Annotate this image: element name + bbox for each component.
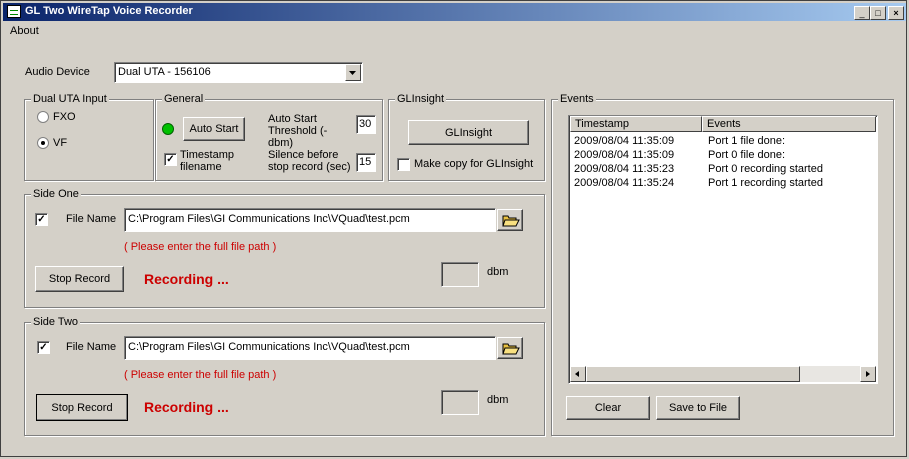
threshold-value: 30 [359, 118, 372, 130]
general-group: General Auto Start Auto Start Threshold … [155, 93, 383, 181]
event-row-timestamp[interactable]: 2009/08/04 11:35:23 [574, 163, 674, 177]
side-one-hint: ( Please enter the full file path ) [124, 241, 277, 253]
side-two-group: Side Two ✓ File Name C:\Program Files\GI… [24, 316, 545, 436]
scroll-right-button[interactable] [860, 366, 876, 382]
side-two-hint: ( Please enter the full file path ) [124, 369, 277, 381]
events-list[interactable]: Timestamp Events 2009/08/04 11:35:09 Por… [568, 115, 878, 384]
side-one-browse-button[interactable] [497, 209, 523, 231]
silence-label: Silence before stop record (sec) [268, 149, 351, 173]
chevron-down-icon [349, 71, 356, 75]
side-one-group: Side One ✓ File Name C:\Program Files\GI… [24, 188, 545, 308]
radio-vf[interactable] [37, 137, 49, 149]
make-copy-label: Make copy for GLInsight [414, 158, 534, 170]
audio-device-value: Dual UTA - 156106 [118, 66, 211, 78]
side-one-file-input[interactable]: C:\Program Files\GI Communications Inc\V… [124, 208, 496, 232]
general-title: General [162, 93, 206, 105]
arrow-left-icon [575, 371, 579, 377]
glinsight-group: GLInsight GLInsight Make copy for GLInsi… [388, 93, 545, 181]
side-one-title: Side One [31, 188, 81, 200]
side-two-dbm-field [441, 390, 479, 415]
column-header-events[interactable]: Events [702, 116, 876, 132]
minimize-button[interactable]: _ [854, 6, 870, 20]
side-two-browse-button[interactable] [497, 337, 523, 359]
save-to-file-button[interactable]: Save to File [656, 396, 740, 420]
side-two-file-label: File Name [66, 341, 117, 353]
column-header-timestamp[interactable]: Timestamp [570, 116, 702, 132]
make-copy-checkbox[interactable] [397, 158, 410, 171]
window-title: GL Two WireTap Voice Recorder [25, 5, 193, 17]
clear-button[interactable]: Clear [566, 396, 650, 420]
horizontal-scrollbar[interactable] [570, 366, 876, 382]
event-row-timestamp[interactable]: 2009/08/04 11:35:09 [574, 135, 674, 149]
scroll-left-button[interactable] [570, 366, 586, 382]
side-two-file-checkbox[interactable]: ✓ [37, 341, 50, 354]
radio-fxo-label: FXO [53, 111, 76, 123]
event-row-text[interactable]: Port 1 file done: [708, 135, 785, 149]
title-bar[interactable]: GL Two WireTap Voice Recorder _ □ × [3, 3, 906, 21]
dropdown-arrow-button[interactable] [345, 64, 361, 81]
radio-fxo[interactable] [37, 111, 49, 123]
maximize-button[interactable]: □ [870, 6, 886, 20]
side-one-dbm-label: dbm [487, 266, 509, 278]
app-icon [7, 5, 21, 18]
auto-start-button[interactable]: Auto Start [183, 117, 245, 141]
glinsight-title: GLInsight [395, 93, 447, 105]
audio-device-label: Audio Device [25, 66, 90, 78]
side-one-file-label: File Name [66, 213, 117, 225]
side-one-file-checkbox[interactable]: ✓ [35, 213, 48, 226]
side-two-file-path: C:\Program Files\GI Communications Inc\V… [128, 341, 410, 353]
threshold-input[interactable]: 30 [356, 115, 376, 134]
side-two-title: Side Two [31, 316, 81, 328]
side-one-status: Recording ... [144, 271, 229, 287]
side-one-file-path: C:\Program Files\GI Communications Inc\V… [128, 213, 410, 225]
timestamp-label: Timestamp filename [180, 149, 234, 173]
events-group: Events Timestamp Events 2009/08/04 11:35… [551, 93, 894, 436]
folder-open-icon [502, 343, 520, 355]
silence-value: 15 [359, 156, 372, 168]
event-row-text[interactable]: Port 0 file done: [708, 149, 785, 163]
status-indicator-icon [162, 123, 174, 135]
event-row-text[interactable]: Port 1 recording started [708, 177, 823, 191]
dual-uta-group: Dual UTA Input FXO VF [24, 93, 154, 181]
dual-uta-title: Dual UTA Input [31, 93, 109, 105]
threshold-label: Auto Start Threshold (-dbm) [268, 113, 328, 149]
side-two-status: Recording ... [144, 399, 229, 415]
silence-input[interactable]: 15 [356, 153, 376, 172]
audio-device-select[interactable]: Dual UTA - 156106 [114, 62, 363, 83]
side-two-stop-record-button[interactable]: Stop Record [36, 394, 128, 421]
scroll-thumb[interactable] [586, 366, 800, 382]
event-row-timestamp[interactable]: 2009/08/04 11:35:24 [574, 177, 674, 191]
arrow-right-icon [866, 371, 870, 377]
menu-bar: About [3, 22, 906, 40]
glinsight-button[interactable]: GLInsight [408, 120, 529, 145]
event-row-timestamp[interactable]: 2009/08/04 11:35:09 [574, 149, 674, 163]
events-title: Events [558, 93, 596, 105]
side-one-dbm-field [441, 262, 479, 287]
close-button[interactable]: × [888, 6, 904, 20]
side-two-dbm-label: dbm [487, 394, 509, 406]
event-row-text[interactable]: Port 0 recording started [708, 163, 823, 177]
folder-open-icon [502, 215, 520, 227]
radio-vf-label: VF [53, 137, 68, 149]
side-one-stop-record-button[interactable]: Stop Record [35, 266, 124, 292]
main-window: GL Two WireTap Voice Recorder _ □ × Abou… [0, 0, 907, 457]
timestamp-checkbox[interactable]: ✓ [164, 153, 177, 166]
menu-about[interactable]: About [10, 25, 39, 37]
side-two-file-input[interactable]: C:\Program Files\GI Communications Inc\V… [124, 336, 496, 360]
